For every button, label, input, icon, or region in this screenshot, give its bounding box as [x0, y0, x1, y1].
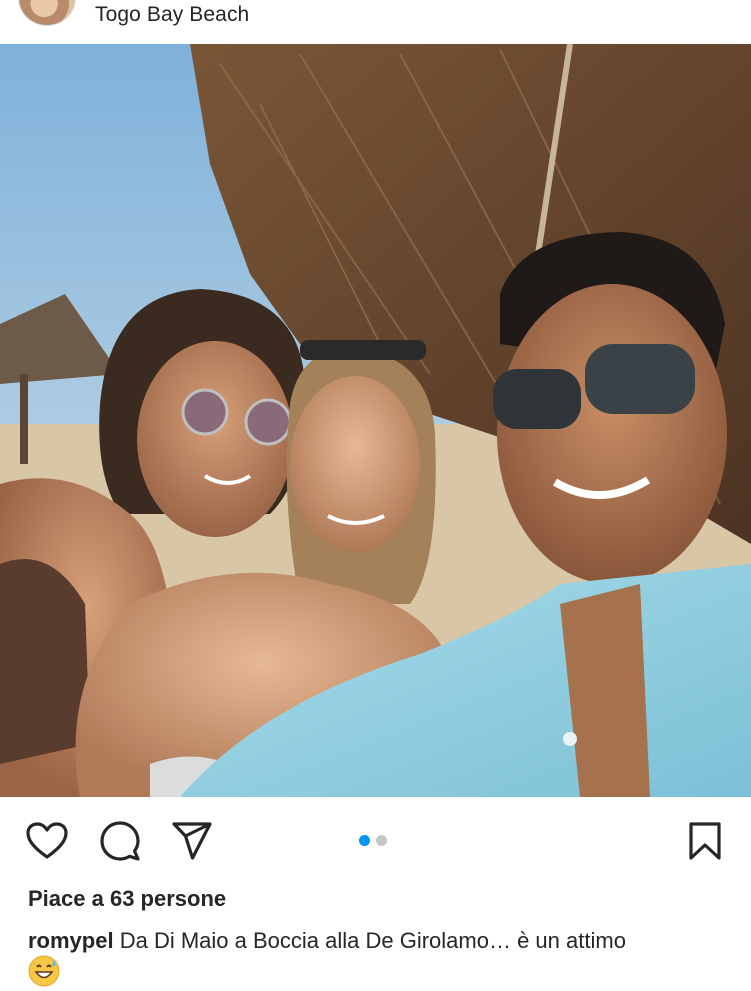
post-caption: romypel Da Di Maio a Boccia alla De Giro…	[28, 928, 738, 954]
post-photo[interactable]	[0, 44, 751, 797]
like-button[interactable]	[24, 819, 70, 863]
carousel-dot	[376, 835, 387, 846]
save-button[interactable]	[682, 819, 728, 863]
bookmark-icon	[689, 822, 721, 860]
heart-icon	[26, 822, 68, 859]
paper-plane-icon	[172, 822, 212, 860]
caption-text: Da Di Maio a Boccia alla De Girolamo… è …	[119, 928, 626, 953]
post-actions	[0, 797, 751, 877]
post-location[interactable]: Togo Bay Beach	[95, 3, 249, 27]
comment-bubble-icon	[100, 821, 140, 861]
selfie-photo-illustration	[0, 44, 751, 797]
carousel-indicator	[359, 835, 393, 847]
caption-username[interactable]: romypel	[28, 928, 114, 953]
avatar[interactable]	[18, 0, 76, 26]
grinning-face-with-sweat-emoji	[28, 955, 60, 987]
share-button[interactable]	[169, 819, 215, 863]
likes-count[interactable]: Piace a 63 persone	[28, 886, 226, 912]
post-header: Togo Bay Beach	[0, 0, 751, 44]
comment-button[interactable]	[97, 819, 143, 863]
carousel-dot-active	[359, 835, 370, 846]
